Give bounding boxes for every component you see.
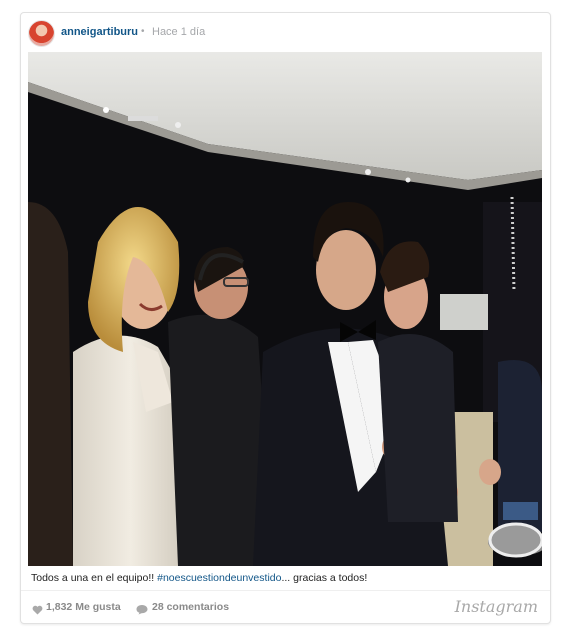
instagram-logo[interactable]: Instagram: [455, 597, 538, 616]
comments-count[interactable]: 28 comentarios: [152, 601, 229, 613]
separator-dot: •: [141, 26, 145, 37]
post-caption: Todos a una en el equipo!! #noescuestion…: [31, 572, 541, 584]
username-link[interactable]: anneigartiburu: [61, 26, 138, 38]
speech-bubble-icon[interactable]: [136, 602, 148, 620]
hashtag-link[interactable]: #noescuestiondeunvestido: [157, 572, 281, 584]
caption-suffix: ... gracias a todos!: [281, 572, 368, 584]
post-header: anneigartiburu • Hace 1 día: [21, 13, 550, 53]
user-avatar[interactable]: [28, 20, 55, 47]
likes-count[interactable]: 1,832 Me gusta: [46, 601, 121, 613]
post-timestamp[interactable]: Hace 1 día: [152, 26, 205, 38]
heart-icon[interactable]: [32, 602, 43, 620]
post-footer: 1,832 Me gusta 28 comentarios Instagram: [21, 590, 550, 624]
caption-text: Todos a una en el equipo!!: [31, 572, 158, 584]
instagram-post-card: anneigartiburu • Hace 1 día Todos a una …: [20, 12, 551, 624]
post-photo[interactable]: [28, 52, 542, 566]
